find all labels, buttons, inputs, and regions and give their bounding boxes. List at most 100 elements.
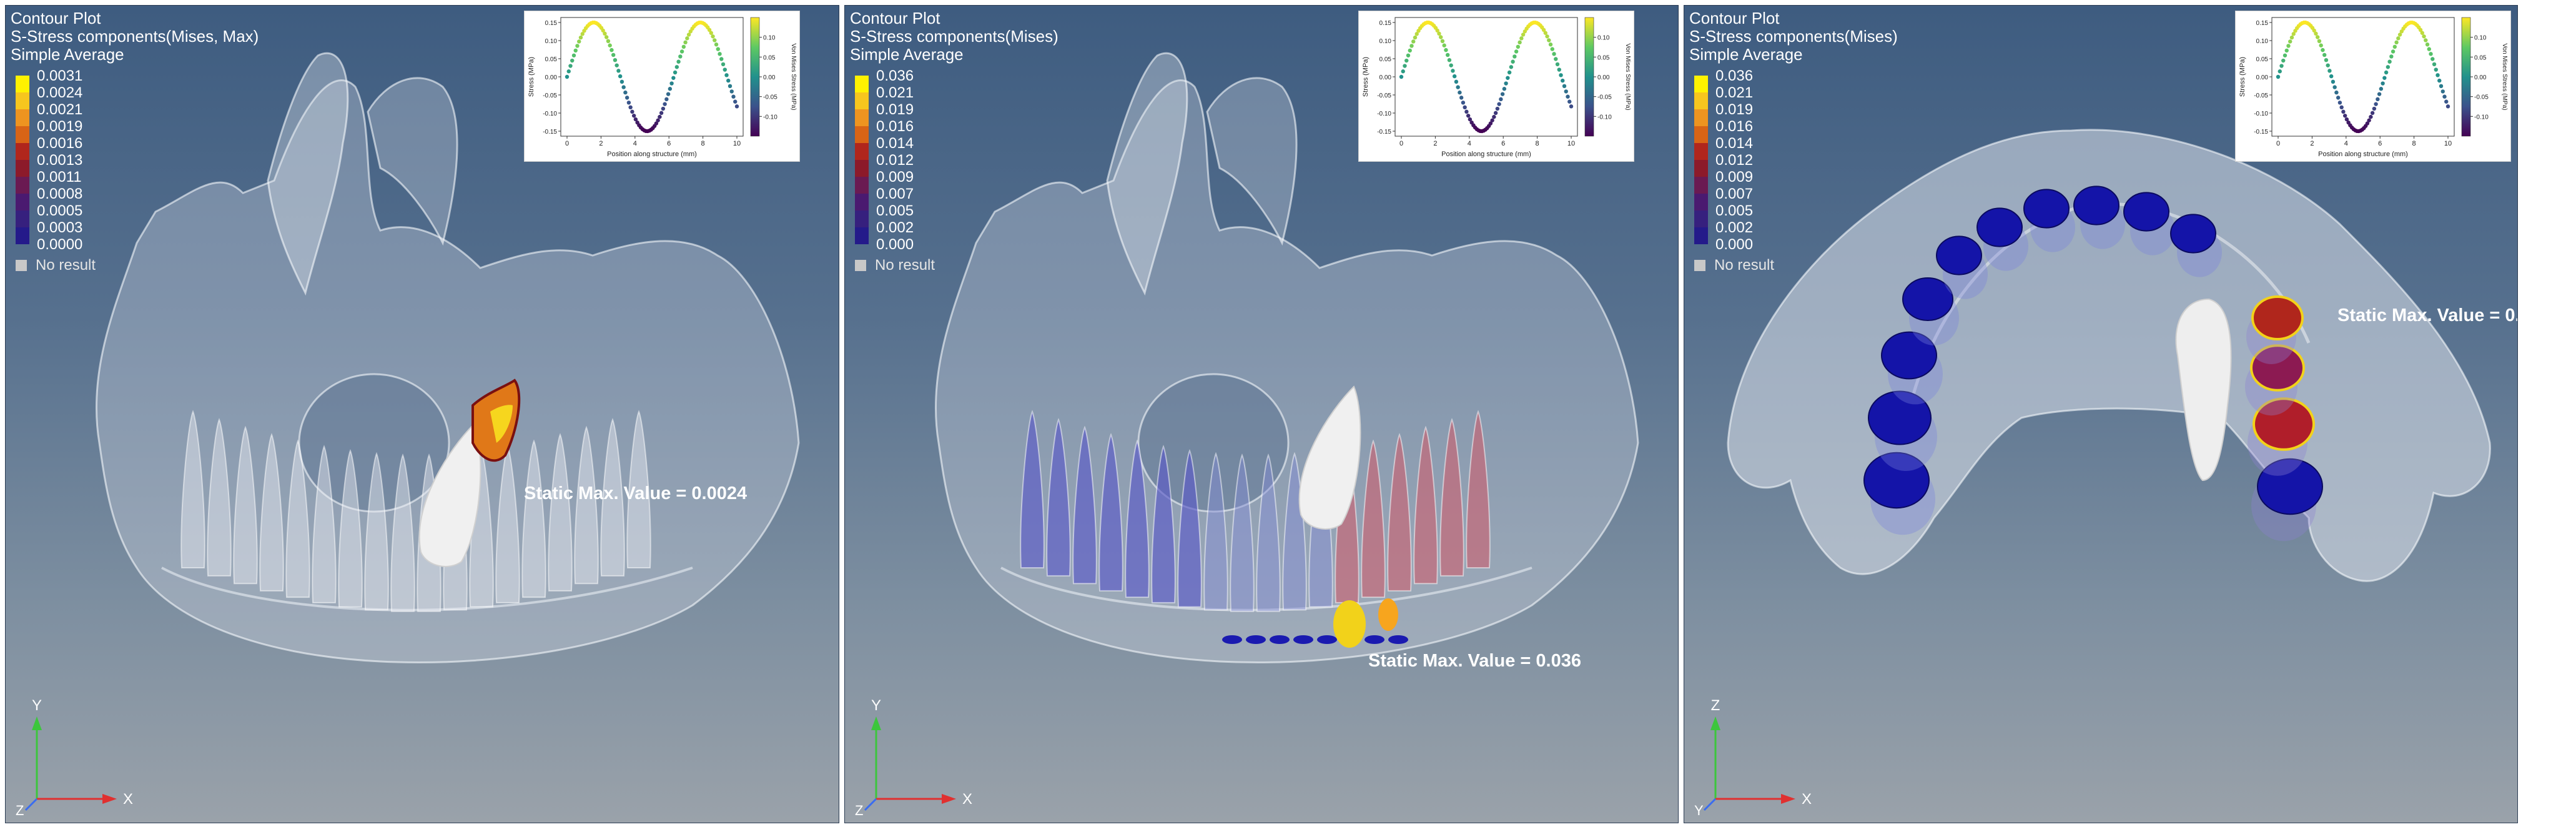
scatter-point (2276, 74, 2281, 79)
scatter-point (616, 69, 621, 73)
scatter-point (619, 79, 624, 84)
no-result-label: No result (36, 257, 96, 274)
scatter-point (1507, 70, 1512, 75)
x-tick-label: 4 (633, 140, 637, 147)
no-result-swatch (16, 260, 27, 271)
scatter-point (2327, 69, 2332, 73)
scatter-point (608, 43, 612, 47)
scatter-point (2437, 78, 2442, 83)
scatter-point (1459, 96, 1464, 100)
scale-swatch (1694, 227, 1708, 244)
scatter-point (2284, 48, 2289, 53)
scatter-point (577, 39, 581, 44)
y-tick-label: -0.10 (2254, 111, 2268, 117)
scatter-point (573, 48, 578, 53)
y-tick-label: 0.15 (545, 20, 558, 27)
scatter-point (623, 90, 628, 95)
coronoid-process (367, 77, 458, 246)
x-tick-label: 8 (1536, 140, 1539, 147)
color-scale: 0.036 0.021 0.019 0.016 0.014 0.012 0.009 0.007… (1689, 69, 1898, 290)
tooth-crown (2123, 192, 2169, 232)
colorbar-tick-label: -0.05 (1597, 94, 1612, 101)
viewport-left[interactable]: Contour Plot S-Stress components(Mises, … (5, 5, 839, 823)
colorbar-label: Von Mises Stress (MPa) (1624, 43, 1631, 110)
scale-swatch (855, 227, 869, 244)
scale-tick-label: 0.000 (876, 236, 914, 253)
scatter-point (1543, 31, 1547, 35)
scatter-point (1499, 97, 1503, 102)
scatter-point (724, 73, 729, 77)
scale-tick-label: 0.0021 (37, 101, 83, 118)
scale-swatch (16, 92, 29, 109)
scatter-point (1509, 65, 1514, 69)
scale-tick-label: 0.009 (876, 169, 914, 186)
scale-swatch (16, 143, 29, 160)
scatter-point (2277, 69, 2282, 74)
scatter-point (1411, 39, 1416, 44)
scale-swatch (16, 109, 29, 126)
no-result-label: No result (1714, 257, 1775, 274)
scatter-point (1506, 76, 1510, 80)
scale-swatch (16, 126, 29, 143)
tooth-crown (1936, 235, 1982, 275)
axis-triad: Z X Y (1694, 697, 1812, 818)
scatter-point (723, 67, 727, 72)
scatter-point (609, 47, 614, 52)
scatter-point (2429, 52, 2433, 56)
tooth-tip (1270, 635, 1290, 644)
scale-tick-label: 0.0013 (37, 152, 83, 169)
depth-axis-line (864, 798, 877, 811)
scatter-point (624, 96, 629, 100)
scatter-point (1454, 79, 1459, 84)
scatter-point (1497, 102, 1501, 106)
depth-axis-line (1703, 798, 1717, 811)
scatter-point (1552, 52, 1556, 56)
x-tick-label: 2 (599, 140, 603, 147)
scatter-point (1562, 84, 1567, 89)
scatter-point (731, 94, 736, 99)
scatter-point (2315, 35, 2320, 39)
scatter-point (676, 59, 681, 64)
scatter-point (2324, 57, 2329, 62)
scatter-point (1449, 63, 1453, 67)
x-axis-label: Position along structure (mm) (1441, 151, 1531, 158)
scatter-point (1555, 62, 1560, 67)
scale-swatch (855, 210, 869, 227)
scatter-point (679, 49, 684, 54)
colorbar-tick-label: 0.00 (1597, 74, 1610, 81)
scatter-point (656, 118, 660, 122)
viewport-right[interactable]: Contour Plot S-Stress components(Mises) … (1684, 5, 2518, 823)
scatter-point (2439, 84, 2444, 89)
scatter-point (1495, 106, 1500, 111)
legend-subtitle: S-Stress components(Mises) (850, 27, 1059, 46)
scale-swatch (1694, 126, 1708, 143)
viewport-middle[interactable]: Contour Plot S-Stress components(Mises) … (844, 5, 1679, 823)
scale-swatch (16, 210, 29, 227)
scatter-point (2314, 31, 2318, 36)
scatter-point (2322, 52, 2327, 57)
scatter-point (713, 38, 717, 42)
scale-swatch (855, 109, 869, 126)
no-result-entry: No result (1694, 258, 1774, 273)
depth-axis-label: Z (16, 803, 24, 818)
scale-swatch (1694, 177, 1708, 194)
legend-average: Simple Average (11, 45, 124, 64)
scale-tick-label: 0.019 (1715, 101, 1754, 118)
scale-tick-label: 0.014 (1715, 135, 1754, 152)
scale-tick-label: 0.007 (1715, 186, 1754, 202)
scatter-point (2389, 54, 2394, 59)
scatter-point (1399, 74, 1404, 79)
scatter-point (1557, 67, 1561, 72)
x-axis-label: Position along structure (mm) (607, 151, 697, 158)
vertical-axis-arrow (871, 716, 881, 730)
scale-swatch (855, 76, 869, 92)
scatter-point (2326, 63, 2330, 67)
scale-tick-label: 0.021 (876, 84, 914, 101)
x-axis-label: Position along structure (mm) (2318, 151, 2408, 158)
colorbar-tick-label: -0.10 (1597, 114, 1612, 121)
scatter-point (1406, 53, 1411, 57)
scatter-point (2427, 47, 2431, 51)
scale-swatch (855, 92, 869, 109)
scatter-point (2425, 42, 2430, 47)
scale-swatch (1694, 160, 1708, 177)
